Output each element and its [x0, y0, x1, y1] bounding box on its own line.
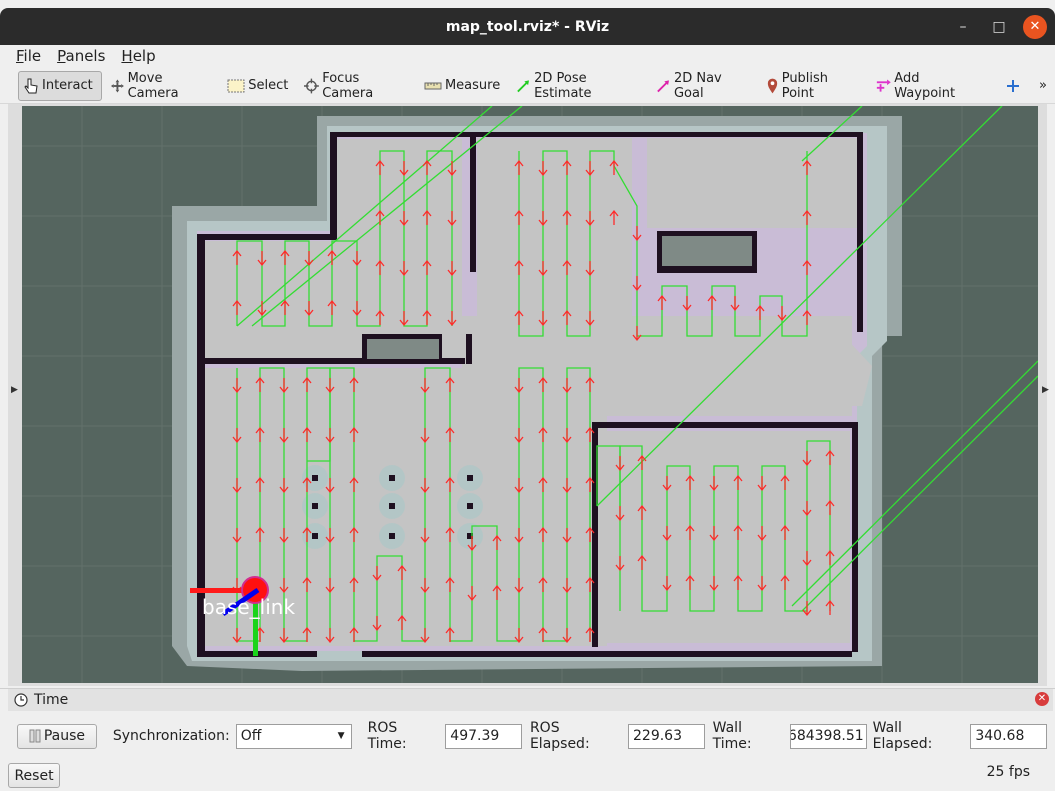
menubar: File Panels Help [0, 45, 1055, 67]
pause-icon [29, 729, 41, 743]
time-controls-row: Pause Synchronization: Off ▼ ROS Time: 4… [17, 720, 1048, 752]
add-tool-button[interactable] [1002, 71, 1031, 101]
ros-time-label: ROS Time: [367, 720, 407, 752]
menu-panels[interactable]: Panels [49, 47, 113, 65]
occupancy-map[interactable]: base_link [22, 106, 1038, 683]
hand-cursor-icon [24, 78, 38, 93]
sync-select[interactable]: Off ▼ [235, 723, 352, 749]
toolbar-overflow-button[interactable]: » [1035, 71, 1051, 101]
wall-time-label: Wall Time: [712, 720, 752, 752]
close-button[interactable]: ✕ [1023, 14, 1047, 39]
pose-estimate-tool-label: 2D Pose Estimate [534, 70, 592, 101]
select-box-icon [227, 79, 245, 92]
time-panel: Time ✕ Pause Synchronization: Off ▼ ROS … [0, 688, 1055, 791]
ros-elapsed-field[interactable]: 229.63 [628, 723, 705, 749]
menu-help-mnemonic: H [121, 47, 133, 65]
add-waypoint-tool[interactable]: Add Waypoint [871, 71, 986, 101]
focus-camera-tool[interactable]: Focus Camera [300, 71, 416, 101]
publish-point-tool-label: Publish Point [781, 70, 829, 101]
dropdown-arrow-icon: ▼ [337, 730, 345, 741]
menu-file-mnemonic: F [16, 47, 24, 65]
interact-tool[interactable]: Interact [18, 70, 102, 101]
waypoint-arrow-icon [876, 78, 891, 92]
green-arrow-icon [517, 79, 530, 92]
ros-elapsed-label: ROS Elapsed: [529, 720, 590, 752]
nav-goal-tool[interactable]: 2D Nav Goal [652, 71, 758, 101]
minimize-button[interactable]: – [945, 8, 981, 45]
wall-elapsed-field[interactable]: 340.68 [970, 723, 1048, 749]
add-waypoint-tool-label: Add Waypoint [894, 70, 956, 101]
time-panel-title: Time [34, 692, 69, 708]
clock-icon [14, 693, 28, 707]
menu-panels-label: anels [65, 47, 106, 65]
menu-help[interactable]: Help [113, 47, 163, 65]
pause-button[interactable]: Pause [17, 723, 97, 749]
plus-icon [1007, 79, 1020, 92]
select-tool-label: Select [248, 78, 289, 93]
publish-point-tool[interactable]: Publish Point [762, 71, 867, 101]
right-dock-collapse-icon[interactable]: ▶ [1042, 385, 1049, 395]
maximize-button[interactable]: □ [981, 8, 1017, 45]
interact-tool-label: Interact [42, 78, 93, 93]
magenta-arrow-icon [657, 79, 670, 92]
window-controls: – □ ✕ [945, 8, 1055, 45]
select-tool[interactable]: Select [223, 71, 296, 101]
pose-estimate-tool[interactable]: 2D Pose Estimate [512, 71, 648, 101]
window-title: map_tool.rviz* - RViz [445, 18, 610, 35]
ros-time-field[interactable]: 497.39 [445, 723, 522, 749]
focus-camera-tool-label: Focus Camera [322, 70, 374, 101]
map-pin-icon [767, 78, 777, 93]
menu-panels-mnemonic: P [57, 47, 66, 65]
move-camera-tool-label: Move Camera [127, 70, 179, 101]
panel-close-icon[interactable]: ✕ [1035, 692, 1049, 706]
menu-file[interactable]: File [8, 47, 49, 65]
wall-time-field[interactable]: 684398.51 [790, 723, 867, 749]
frame-label: base_link [202, 595, 295, 619]
3d-render-view[interactable]: base_link [22, 106, 1038, 683]
sync-label: Synchronization: [112, 728, 230, 744]
menu-help-label: elp [132, 47, 156, 65]
tools-toolbar: Interact Move Camera Select Focus Camera… [0, 68, 1055, 104]
measure-tool[interactable]: Measure [420, 71, 508, 101]
menu-file-label: ile [23, 47, 42, 65]
nav-goal-tool-label: 2D Nav Goal [673, 70, 722, 101]
sync-select-value: Off [240, 728, 262, 744]
measure-tool-label: Measure [444, 78, 501, 93]
ruler-icon [424, 82, 442, 89]
move-camera-tool[interactable]: Move Camera [106, 71, 220, 101]
reset-button[interactable]: Reset [8, 763, 60, 788]
pause-button-label: Pause [43, 728, 85, 744]
move-arrows-icon [110, 78, 124, 93]
left-dock-collapse-icon[interactable]: ▶ [11, 385, 18, 395]
crosshair-icon [304, 78, 320, 93]
fps-readout: 25 fps [986, 764, 1030, 780]
time-panel-header: Time ✕ [8, 689, 1053, 711]
window-titlebar: map_tool.rviz* - RViz – □ ✕ [0, 8, 1055, 45]
wall-elapsed-label: Wall Elapsed: [872, 720, 933, 752]
